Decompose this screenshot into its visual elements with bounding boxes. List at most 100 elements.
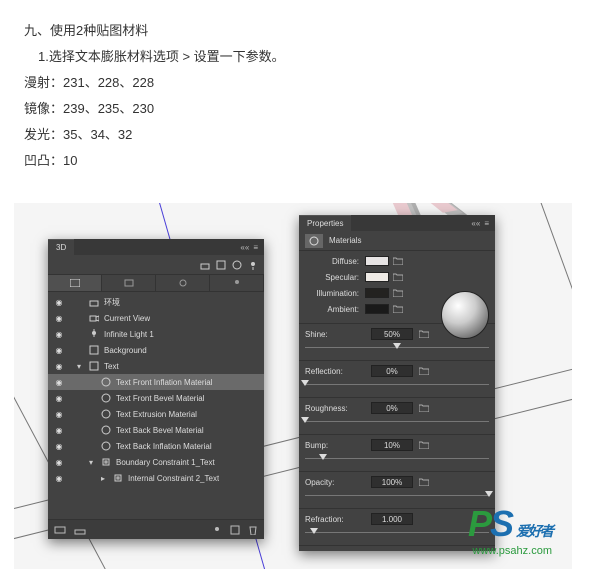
- filter-mesh-icon[interactable]: [216, 260, 226, 270]
- tree-item-label: Text Back Bevel Material: [116, 426, 204, 435]
- slider-handle-icon[interactable]: [301, 417, 309, 423]
- panel-3d-tab[interactable]: 3D: [48, 239, 74, 255]
- tree-item-label: Text Front Bevel Material: [116, 394, 204, 403]
- slider-value-input[interactable]: 10%: [371, 439, 413, 451]
- visibility-eye-icon[interactable]: ◉: [52, 394, 66, 403]
- slider-row: Reflection:0%: [299, 363, 495, 395]
- slider-track[interactable]: [305, 529, 489, 537]
- slider-value-input[interactable]: 0%: [371, 402, 413, 414]
- texture-folder-icon[interactable]: [393, 273, 403, 281]
- collapse-icon[interactable]: ««: [240, 243, 249, 252]
- cons-icon: [100, 457, 112, 467]
- material-preview-sphere[interactable]: [441, 291, 489, 339]
- texture-folder-icon[interactable]: [393, 305, 403, 313]
- texture-folder-icon[interactable]: [393, 289, 403, 297]
- slider-track[interactable]: [305, 344, 489, 352]
- mesh-icon: [88, 361, 100, 371]
- slider-row: Opacity:100%: [299, 474, 495, 506]
- slider-track[interactable]: [305, 418, 489, 426]
- new-layer-icon[interactable]: [230, 525, 240, 535]
- texture-folder-icon[interactable]: [393, 257, 403, 265]
- screenshot-stage: A R 3D «« ≡ ◉环境◉Current View◉Infinite Li…: [14, 203, 572, 569]
- expand-toggle-icon[interactable]: ▾: [86, 458, 96, 467]
- texture-folder-icon[interactable]: [419, 404, 429, 412]
- visibility-eye-icon[interactable]: ◉: [52, 442, 66, 451]
- visibility-eye-icon[interactable]: ◉: [52, 362, 66, 371]
- expand-toggle-icon[interactable]: ▸: [98, 474, 108, 483]
- slider-row: Refraction: 1.000: [299, 511, 495, 543]
- tree-row[interactable]: ◉ Text Front Bevel Material: [48, 390, 264, 406]
- slider-handle-icon[interactable]: [393, 343, 401, 349]
- expand-toggle-icon[interactable]: ▾: [74, 362, 84, 371]
- filter-tab-mesh[interactable]: [102, 275, 156, 291]
- slider-track[interactable]: [305, 492, 489, 500]
- filter-env-icon[interactable]: [200, 260, 210, 270]
- color-swatch[interactable]: [365, 256, 389, 266]
- tree-item-label: Boundary Constraint 1_Text: [116, 458, 215, 467]
- tree-row[interactable]: ◉环境: [48, 294, 264, 310]
- visibility-eye-icon[interactable]: ◉: [52, 378, 66, 387]
- tree-row[interactable]: ◉▸Internal Constraint 2_Text: [48, 470, 264, 486]
- doc-subheading: 1.选择文本膨胀材料选项 > 设置一下参数。: [24, 44, 576, 70]
- tree-row[interactable]: ◉Current View: [48, 310, 264, 326]
- visibility-eye-icon[interactable]: ◉: [52, 426, 66, 435]
- swatch-label: Illumination:: [305, 289, 365, 298]
- filter-tab-material[interactable]: [156, 275, 210, 291]
- tree-item-label: Text Back Inflation Material: [116, 442, 212, 451]
- slider-handle-icon[interactable]: [301, 380, 309, 386]
- tree-item-label: Infinite Light 1: [104, 330, 154, 339]
- tree-row[interactable]: ◉Text Front Inflation Material: [48, 374, 264, 390]
- filter-material-icon[interactable]: [232, 260, 242, 270]
- tree-row[interactable]: ◉▾Text: [48, 358, 264, 374]
- panel-menu-icon[interactable]: ≡: [253, 243, 258, 252]
- panel-properties[interactable]: Properties «« ≡ Materials Diffuse:Specul…: [299, 215, 495, 551]
- tree-row[interactable]: ◉Text Extrusion Material: [48, 406, 264, 422]
- slider-label: Shine:: [305, 330, 365, 339]
- slider-track[interactable]: [305, 455, 489, 463]
- texture-folder-icon[interactable]: [419, 441, 429, 449]
- visibility-eye-icon[interactable]: ◉: [52, 410, 66, 419]
- filter-light-icon[interactable]: [248, 260, 258, 270]
- slider-label: Refraction:: [305, 515, 365, 524]
- visibility-eye-icon[interactable]: ◉: [52, 346, 66, 355]
- collapse-icon[interactable]: ««: [471, 219, 480, 228]
- env-icon: [88, 297, 100, 307]
- trash-icon[interactable]: [248, 525, 258, 535]
- slider-track[interactable]: [305, 381, 489, 389]
- filter-tab-all[interactable]: [48, 275, 102, 291]
- texture-folder-icon[interactable]: [419, 330, 429, 338]
- tree-row[interactable]: ◉ Infinite Light 1: [48, 326, 264, 342]
- color-swatch[interactable]: [365, 304, 389, 314]
- slider-handle-icon[interactable]: [310, 528, 318, 534]
- new-light-icon[interactable]: [212, 525, 222, 535]
- slider-value-input[interactable]: 1.000: [371, 513, 413, 525]
- visibility-eye-icon[interactable]: ◉: [52, 330, 66, 339]
- slider-value-input[interactable]: 100%: [371, 476, 413, 488]
- tree-row[interactable]: ◉ ▾ Boundary Constraint 1_Text: [48, 454, 264, 470]
- mat-icon: [100, 393, 112, 403]
- visibility-eye-icon[interactable]: ◉: [52, 458, 66, 467]
- ground-icon[interactable]: [74, 525, 86, 535]
- color-swatch[interactable]: [365, 288, 389, 298]
- texture-folder-icon[interactable]: [419, 367, 429, 375]
- slider-value-input[interactable]: 0%: [371, 365, 413, 377]
- color-swatch[interactable]: [365, 272, 389, 282]
- tree-row[interactable]: ◉Background: [48, 342, 264, 358]
- texture-folder-icon[interactable]: [419, 478, 429, 486]
- swatch-row: Specular:: [299, 269, 495, 285]
- filter-tab-light[interactable]: [210, 275, 264, 291]
- doc-line-specular: 镜像：239、235、230: [24, 96, 576, 122]
- render-icon[interactable]: [54, 525, 66, 535]
- visibility-eye-icon[interactable]: ◉: [52, 314, 66, 323]
- slider-handle-icon[interactable]: [485, 491, 493, 497]
- visibility-eye-icon[interactable]: ◉: [52, 298, 66, 307]
- panel-3d[interactable]: 3D «« ≡ ◉环境◉Current View◉Infinite Light …: [48, 239, 264, 539]
- slider-handle-icon[interactable]: [319, 454, 327, 460]
- doc-line-bump: 凹凸：10: [24, 148, 576, 174]
- slider-value-input[interactable]: 50%: [371, 328, 413, 340]
- tree-row[interactable]: ◉ Text Back Inflation Material: [48, 438, 264, 454]
- panel-menu-icon[interactable]: ≡: [484, 219, 489, 228]
- tree-row[interactable]: ◉ Text Back Bevel Material: [48, 422, 264, 438]
- visibility-eye-icon[interactable]: ◉: [52, 474, 66, 483]
- panel-properties-tab[interactable]: Properties: [299, 215, 351, 231]
